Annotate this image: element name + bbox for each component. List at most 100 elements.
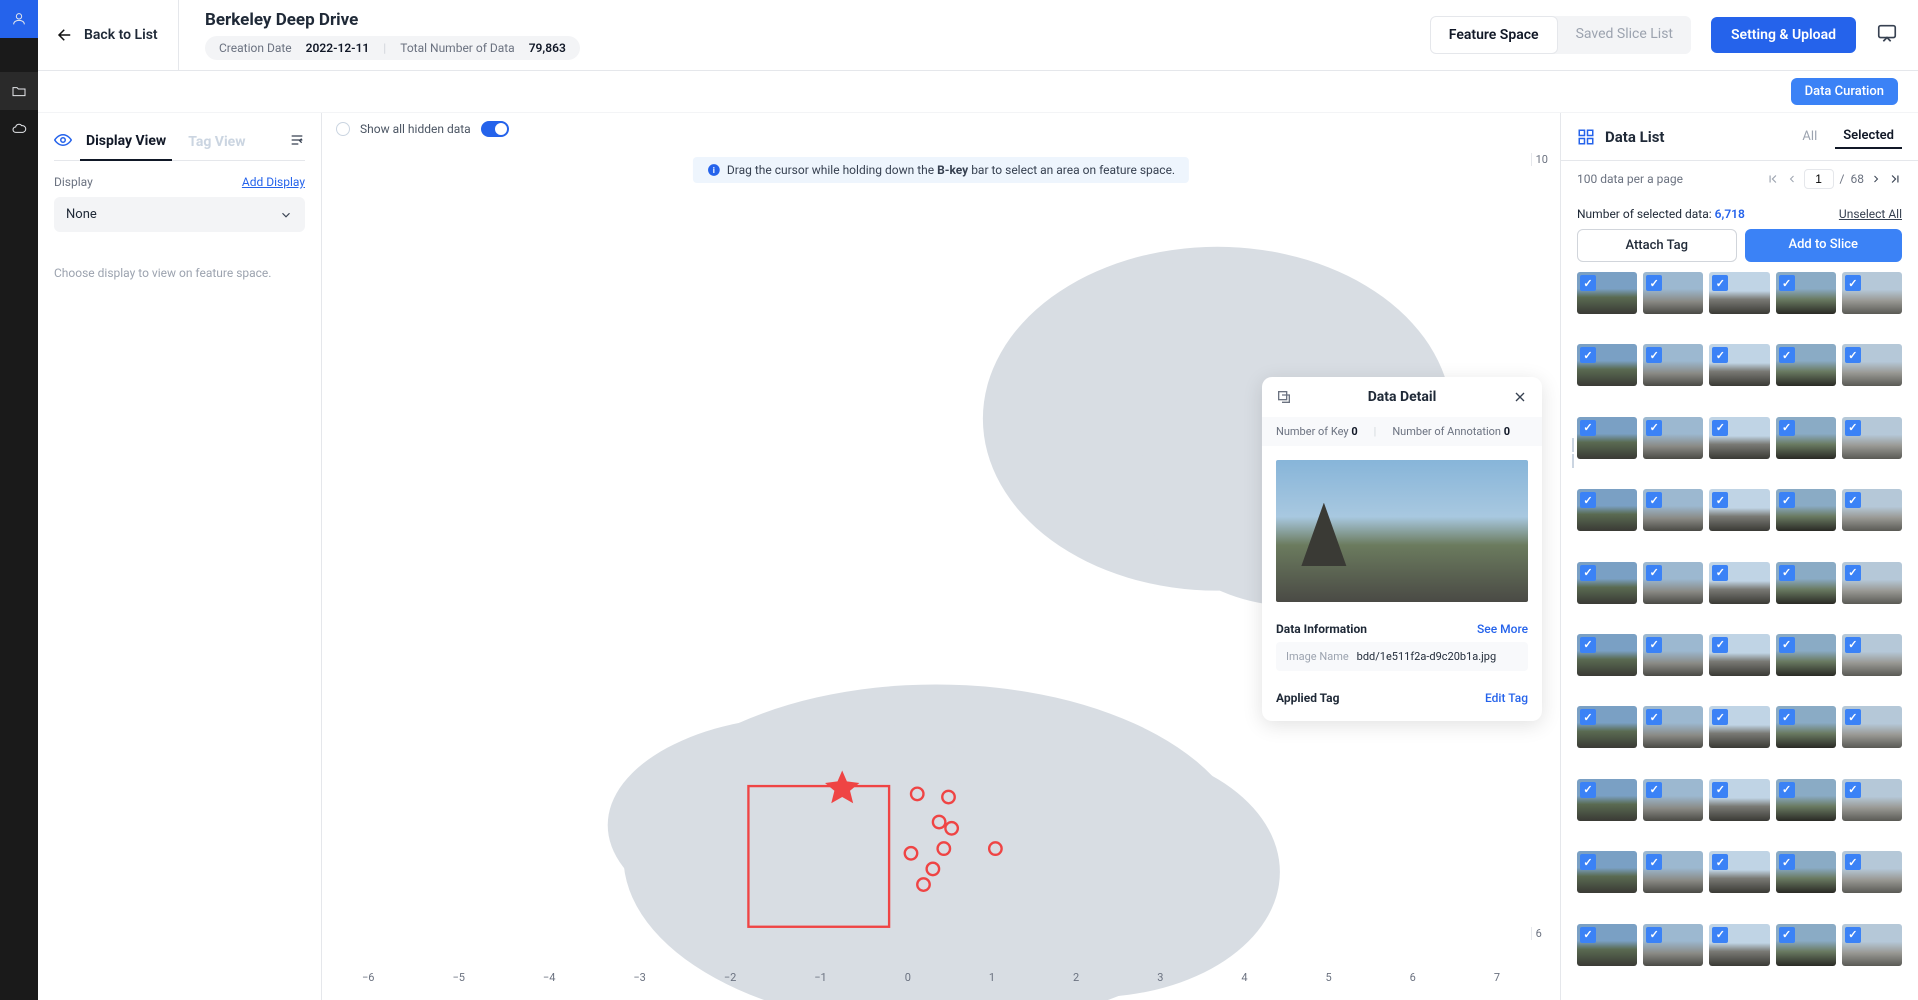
- thumbnail[interactable]: [1776, 924, 1836, 966]
- thumbnail[interactable]: [1709, 851, 1769, 893]
- thumbnail-checkbox[interactable]: [1779, 492, 1795, 508]
- nav-folder-icon[interactable]: [0, 72, 38, 110]
- thumbnail-checkbox[interactable]: [1779, 709, 1795, 725]
- thumbnail[interactable]: [1643, 489, 1703, 531]
- back-to-list-button[interactable]: Back to List: [38, 0, 179, 70]
- thumbnail-checkbox[interactable]: [1580, 275, 1596, 291]
- thumbnail-checkbox[interactable]: [1845, 782, 1861, 798]
- page-last-icon[interactable]: [1888, 172, 1902, 186]
- setting-upload-button[interactable]: Setting & Upload: [1711, 17, 1856, 53]
- thumbnail-checkbox[interactable]: [1712, 420, 1728, 436]
- data-curation-button[interactable]: Data Curation: [1791, 78, 1898, 105]
- thumbnail[interactable]: [1842, 489, 1902, 531]
- thumbnail[interactable]: [1709, 489, 1769, 531]
- thumbnail[interactable]: [1842, 706, 1902, 748]
- thumbnail-checkbox[interactable]: [1712, 565, 1728, 581]
- thumbnail[interactable]: [1709, 706, 1769, 748]
- add-to-slice-button[interactable]: Add to Slice: [1745, 229, 1903, 262]
- thumbnail-checkbox[interactable]: [1779, 782, 1795, 798]
- thumbnail-checkbox[interactable]: [1580, 492, 1596, 508]
- thumbnail[interactable]: [1709, 272, 1769, 314]
- thumbnail-checkbox[interactable]: [1646, 709, 1662, 725]
- thumbnail[interactable]: [1577, 272, 1637, 314]
- thumbnail[interactable]: [1709, 634, 1769, 676]
- thumbnail-checkbox[interactable]: [1845, 854, 1861, 870]
- page-first-icon[interactable]: [1766, 172, 1780, 186]
- thumbnail-checkbox[interactable]: [1779, 854, 1795, 870]
- thumbnail[interactable]: [1577, 924, 1637, 966]
- display-view-tab[interactable]: Display View: [80, 123, 172, 161]
- thumbnail[interactable]: [1776, 851, 1836, 893]
- thumbnail-checkbox[interactable]: [1580, 565, 1596, 581]
- thumbnail-checkbox[interactable]: [1712, 709, 1728, 725]
- thumbnail[interactable]: [1776, 706, 1836, 748]
- thumbnail-checkbox[interactable]: [1580, 854, 1596, 870]
- thumbnail[interactable]: [1709, 344, 1769, 386]
- thumbnail-checkbox[interactable]: [1712, 927, 1728, 943]
- thumbnail[interactable]: [1643, 851, 1703, 893]
- edit-tag-link[interactable]: Edit Tag: [1485, 691, 1528, 705]
- thumbnail[interactable]: [1776, 417, 1836, 459]
- thumbnail-checkbox[interactable]: [1580, 927, 1596, 943]
- nav-user-icon[interactable]: [0, 0, 38, 38]
- thumbnail[interactable]: [1776, 344, 1836, 386]
- tab-feature-space[interactable]: Feature Space: [1430, 16, 1558, 54]
- see-more-link[interactable]: See More: [1477, 622, 1528, 636]
- thumbnail[interactable]: [1842, 562, 1902, 604]
- thumbnail-checkbox[interactable]: [1779, 927, 1795, 943]
- thumbnail-checkbox[interactable]: [1712, 347, 1728, 363]
- thumbnail-checkbox[interactable]: [1845, 347, 1861, 363]
- thumbnail-checkbox[interactable]: [1646, 420, 1662, 436]
- tab-all[interactable]: All: [1794, 125, 1825, 148]
- thumbnail[interactable]: [1776, 634, 1836, 676]
- resize-handle[interactable]: [1572, 438, 1574, 468]
- thumbnail[interactable]: [1643, 779, 1703, 821]
- thumbnail-checkbox[interactable]: [1845, 637, 1861, 653]
- thumbnail-checkbox[interactable]: [1779, 420, 1795, 436]
- chat-icon[interactable]: [1876, 22, 1898, 48]
- thumbnail-checkbox[interactable]: [1646, 782, 1662, 798]
- thumbnail-checkbox[interactable]: [1779, 637, 1795, 653]
- thumbnail[interactable]: [1709, 417, 1769, 459]
- unselect-all-link[interactable]: Unselect All: [1839, 207, 1902, 221]
- thumbnail[interactable]: [1709, 924, 1769, 966]
- thumbnail[interactable]: [1842, 851, 1902, 893]
- thumbnail[interactable]: [1577, 344, 1637, 386]
- thumbnail[interactable]: [1643, 417, 1703, 459]
- show-hidden-radio[interactable]: [336, 122, 350, 136]
- thumbnail-checkbox[interactable]: [1580, 782, 1596, 798]
- page-next-icon[interactable]: [1870, 173, 1882, 185]
- thumbnail-checkbox[interactable]: [1779, 275, 1795, 291]
- thumbnail[interactable]: [1709, 562, 1769, 604]
- thumbnail-checkbox[interactable]: [1646, 565, 1662, 581]
- thumbnail[interactable]: [1643, 634, 1703, 676]
- thumbnail[interactable]: [1643, 562, 1703, 604]
- thumbnail-checkbox[interactable]: [1646, 347, 1662, 363]
- nav-cloud-icon[interactable]: [0, 110, 38, 148]
- tab-saved-slice-list[interactable]: Saved Slice List: [1558, 16, 1691, 54]
- thumbnail[interactable]: [1577, 851, 1637, 893]
- thumbnail-checkbox[interactable]: [1845, 275, 1861, 291]
- thumbnail[interactable]: [1842, 924, 1902, 966]
- thumbnail-checkbox[interactable]: [1712, 854, 1728, 870]
- close-icon[interactable]: [1512, 389, 1528, 405]
- thumbnail[interactable]: [1577, 779, 1637, 821]
- tab-selected[interactable]: Selected: [1835, 124, 1902, 149]
- thumbnail[interactable]: [1577, 634, 1637, 676]
- thumbnail-checkbox[interactable]: [1646, 492, 1662, 508]
- thumbnail-checkbox[interactable]: [1845, 927, 1861, 943]
- thumbnail[interactable]: [1776, 272, 1836, 314]
- feature-space-canvas[interactable]: Show all hidden data i Drag the cursor w…: [322, 113, 1560, 1000]
- thumbnail-checkbox[interactable]: [1845, 420, 1861, 436]
- thumbnail-checkbox[interactable]: [1580, 709, 1596, 725]
- thumbnail-checkbox[interactable]: [1646, 275, 1662, 291]
- thumbnail-checkbox[interactable]: [1646, 637, 1662, 653]
- thumbnail-checkbox[interactable]: [1712, 275, 1728, 291]
- thumbnail[interactable]: [1643, 706, 1703, 748]
- thumbnail-checkbox[interactable]: [1646, 854, 1662, 870]
- thumbnail[interactable]: [1842, 779, 1902, 821]
- thumbnail[interactable]: [1776, 489, 1836, 531]
- display-select[interactable]: None: [54, 197, 305, 232]
- thumbnail[interactable]: [1842, 272, 1902, 314]
- thumbnail-checkbox[interactable]: [1646, 927, 1662, 943]
